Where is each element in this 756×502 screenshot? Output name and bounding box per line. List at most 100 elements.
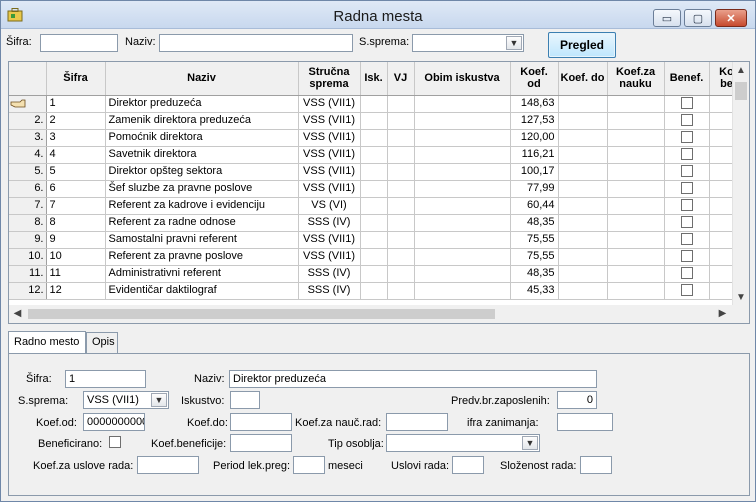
cell-isk[interactable]: [360, 231, 388, 249]
col-header-sifra[interactable]: Šifra: [46, 62, 106, 96]
cell-koef-do[interactable]: [558, 197, 608, 215]
cell-sprema[interactable]: VSS (VII1): [298, 180, 361, 198]
cell-benef[interactable]: [664, 95, 710, 113]
detail-iskustvo-input[interactable]: [230, 391, 260, 409]
cell-koef-od[interactable]: 148,63: [510, 95, 559, 113]
row-header[interactable]: 8.: [9, 214, 47, 232]
cell-vj[interactable]: [387, 231, 415, 249]
cell-koef-do[interactable]: [558, 95, 608, 113]
cell-sprema[interactable]: SSS (IV): [298, 282, 361, 300]
cell-koef-za-nauku[interactable]: [607, 265, 665, 283]
col-header-koef-do[interactable]: Koef. do: [558, 62, 608, 96]
cell-koef-do[interactable]: [558, 129, 608, 147]
detail-period-input[interactable]: [293, 456, 325, 474]
col-header-obim-iskustva[interactable]: Obim iskustva: [414, 62, 511, 96]
cell-isk[interactable]: [360, 129, 388, 147]
cell-koef-za-nauku[interactable]: [607, 95, 665, 113]
cell-obim-iskustva[interactable]: [414, 248, 511, 266]
cell-koef-do[interactable]: [558, 112, 608, 130]
cell-koef-od[interactable]: 60,44: [510, 197, 559, 215]
table-row[interactable]: 2. 2 Zamenik direktora preduzeća VSS (VII1)…: [9, 112, 745, 130]
cell-koef-za-nauku[interactable]: [607, 112, 665, 130]
table-row[interactable]: 9. 9 Samostalni pravni referent VSS (VII1) 7…: [9, 231, 745, 249]
cell-vj[interactable]: [387, 197, 415, 215]
cell-benef[interactable]: [664, 231, 710, 249]
chevron-down-icon[interactable]: ▼: [151, 393, 167, 407]
cell-sifra[interactable]: 6: [46, 180, 106, 198]
benef-checkbox[interactable]: [680, 114, 693, 127]
cell-naziv[interactable]: Savetnik direktora: [105, 146, 299, 164]
detail-naziv-input[interactable]: Direktor preduzeća: [229, 370, 597, 388]
detail-koef-benef-input[interactable]: [230, 434, 292, 452]
cell-isk[interactable]: [360, 180, 388, 198]
detail-sprema-combo[interactable]: VSS (VII1) ▼: [83, 391, 169, 409]
cell-koef-za-nauku[interactable]: [607, 214, 665, 232]
table-row[interactable]: 12. 12 Evidentičar daktilograf SSS (IV) 45,3…: [9, 282, 745, 300]
benef-checkbox[interactable]: [680, 148, 693, 161]
cell-obim-iskustva[interactable]: [414, 231, 511, 249]
table-row[interactable]: 11. 11 Administrativni referent SSS (IV) 48,…: [9, 265, 745, 283]
table-row[interactable]: 1 Direktor preduzeća VSS (VII1) 148,63: [9, 95, 745, 113]
benef-checkbox[interactable]: [680, 165, 693, 178]
detail-tip-osoblja-combo[interactable]: ▼: [386, 434, 540, 452]
row-header[interactable]: [9, 95, 47, 113]
cell-naziv[interactable]: Administrativni referent: [105, 265, 299, 283]
cell-koef-od[interactable]: 48,35: [510, 265, 559, 283]
benef-checkbox[interactable]: [680, 267, 693, 280]
minimize-button[interactable]: ▭: [653, 9, 681, 27]
cell-vj[interactable]: [387, 163, 415, 181]
cell-isk[interactable]: [360, 146, 388, 164]
col-header-isk[interactable]: Isk.: [360, 62, 388, 96]
close-button[interactable]: ✕: [715, 9, 747, 27]
cell-koef-do[interactable]: [558, 180, 608, 198]
filter-naziv-input[interactable]: [159, 34, 353, 52]
title-bar[interactable]: Radna mesta ▭ ▢ ✕: [1, 1, 755, 29]
cell-naziv[interactable]: Direktor preduzeća: [105, 95, 299, 113]
cell-obim-iskustva[interactable]: [414, 180, 511, 198]
cell-koef-za-nauku[interactable]: [607, 163, 665, 181]
cell-sifra[interactable]: 9: [46, 231, 106, 249]
cell-obim-iskustva[interactable]: [414, 112, 511, 130]
cell-obim-iskustva[interactable]: [414, 214, 511, 232]
table-row[interactable]: 7. 7 Referent za kadrove i evidenciju VS (V…: [9, 197, 745, 215]
cell-sifra[interactable]: 1: [46, 95, 106, 113]
cell-koef-od[interactable]: 75,55: [510, 231, 559, 249]
cell-koef-za-nauku[interactable]: [607, 180, 665, 198]
maximize-button[interactable]: ▢: [684, 9, 712, 27]
horizontal-scroll-thumb[interactable]: [28, 309, 495, 319]
cell-sprema[interactable]: VSS (VII1): [298, 163, 361, 181]
cell-isk[interactable]: [360, 265, 388, 283]
cell-obim-iskustva[interactable]: [414, 197, 511, 215]
cell-koef-od[interactable]: 45,33: [510, 282, 559, 300]
cell-sprema[interactable]: VSS (VII1): [298, 248, 361, 266]
cell-isk[interactable]: [360, 197, 388, 215]
cell-koef-za-nauku[interactable]: [607, 129, 665, 147]
cell-koef-od[interactable]: 75,55: [510, 248, 559, 266]
cell-koef-za-nauku[interactable]: [607, 197, 665, 215]
cell-vj[interactable]: [387, 112, 415, 130]
cell-naziv[interactable]: Referent za pravne poslove: [105, 248, 299, 266]
cell-koef-za-nauku[interactable]: [607, 231, 665, 249]
cell-naziv[interactable]: Pomoćnik direktora: [105, 129, 299, 147]
cell-sifra[interactable]: 7: [46, 197, 106, 215]
cell-naziv[interactable]: Samostalni pravni referent: [105, 231, 299, 249]
chevron-down-icon[interactable]: ▼: [506, 36, 522, 50]
horizontal-scrollbar[interactable]: ◀ ▶: [9, 305, 749, 323]
detail-sifra-input[interactable]: 1: [65, 370, 146, 388]
row-header[interactable]: 12.: [9, 282, 47, 300]
col-header-vj[interactable]: VJ: [387, 62, 415, 96]
row-header[interactable]: 9.: [9, 231, 47, 249]
cell-vj[interactable]: [387, 248, 415, 266]
cell-isk[interactable]: [360, 214, 388, 232]
col-header-strucna-sprema[interactable]: Stručna sprema: [298, 62, 361, 96]
cell-isk[interactable]: [360, 282, 388, 300]
cell-vj[interactable]: [387, 180, 415, 198]
detail-uslovi-input[interactable]: [452, 456, 484, 474]
cell-vj[interactable]: [387, 265, 415, 283]
detail-koef-uslove-input[interactable]: [137, 456, 199, 474]
cell-koef-od[interactable]: 48,35: [510, 214, 559, 232]
cell-koef-od[interactable]: 120,00: [510, 129, 559, 147]
cell-koef-od[interactable]: 100,17: [510, 163, 559, 181]
scroll-up-icon[interactable]: ▲: [733, 62, 749, 79]
detail-koef-od-input[interactable]: 0000000000: [83, 413, 145, 431]
